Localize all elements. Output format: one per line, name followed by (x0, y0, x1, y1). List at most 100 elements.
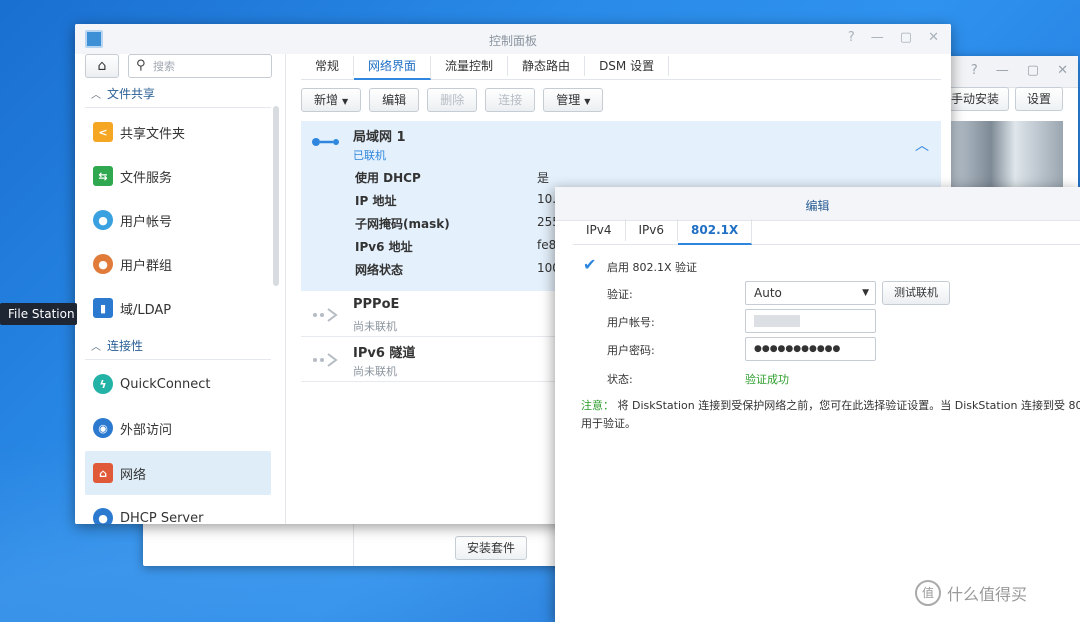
delete-button[interactable]: 删除 (427, 88, 478, 112)
enable-8021x-label: 启用 802.1X 验证 (607, 261, 698, 274)
detail-value: fe8 (537, 238, 557, 252)
install-package-button[interactable]: 安装套件 (455, 536, 527, 560)
package-center-window-controls: ? — ▢ ✕ (971, 63, 1068, 78)
detail-label: 子网掩码(mask) (355, 217, 450, 231)
manage-button[interactable]: 管理 ▼ (543, 88, 604, 112)
checkmark-icon: ✔ (583, 255, 597, 274)
sidebar-item-network[interactable]: ⌂ 网络 (85, 451, 271, 495)
caret-down-icon: ▼ (584, 97, 591, 106)
note-text-line2: 用于验证。 (581, 417, 636, 430)
control-panel-titlebar: 控制面板 ? — ▢ ✕ (75, 24, 951, 54)
window-controls: ? — ▢ ✕ (848, 30, 939, 45)
detail-label: IPv6 地址 (355, 240, 413, 254)
close-icon[interactable]: ✕ (1057, 63, 1068, 78)
shared-folder-icon: < (93, 122, 113, 142)
detail-label: 网络状态 (355, 263, 404, 277)
dialog-title: 编辑 (805, 199, 830, 213)
section-header-connectivity[interactable]: ︿ 连接性 (85, 332, 271, 360)
chevron-up-icon: ︿ (91, 90, 101, 101)
sidebar-scrollbar[interactable] (273, 106, 279, 286)
sidebar-item-external-access[interactable]: ◉ 外部访问 (85, 406, 271, 450)
edit-button[interactable]: 编辑 (369, 88, 420, 112)
close-icon[interactable]: ✕ (928, 30, 939, 45)
chevron-up-icon[interactable]: ︿ (915, 135, 929, 155)
toolbar: 新增 ▼ 编辑 删除 连接 管理 ▼ (301, 88, 604, 112)
interface-status: 尚未联机 (353, 365, 397, 378)
network-icon: ⌂ (93, 463, 113, 483)
sidebar-item-file-services[interactable]: ⇆ 文件服务 (85, 154, 271, 198)
caret-down-icon: ▼ (342, 97, 349, 106)
enable-8021x-checkbox[interactable]: ✔ (583, 255, 599, 274)
user-icon: ● (93, 210, 113, 230)
tab-ipv4[interactable]: IPv4 (573, 219, 626, 241)
detail-value: 是 (537, 171, 550, 185)
tab-general[interactable]: 常规 (301, 56, 355, 76)
maximize-icon[interactable]: ▢ (1027, 63, 1039, 78)
detail-label: IP 地址 (355, 194, 397, 208)
tab-static-route[interactable]: 静态路由 (508, 56, 586, 76)
quickconnect-icon: ϟ (93, 374, 113, 394)
sidebar-item-user[interactable]: ● 用户帐号 (85, 198, 271, 242)
detail-label: 使用 DHCP (355, 171, 421, 185)
settings-button[interactable]: 设置 (1015, 87, 1063, 111)
interface-name: 局域网 1 (353, 130, 406, 145)
home-button[interactable]: ⌂ (85, 54, 119, 78)
help-icon[interactable]: ? (848, 30, 855, 45)
tab-ipv6[interactable]: IPv6 (626, 219, 679, 241)
external-access-icon: ◉ (93, 418, 113, 438)
watermark: 值 什么值得买 (915, 580, 1027, 606)
minimize-icon[interactable]: — (996, 63, 1009, 78)
dropdown-arrow-icon: ▼ (862, 288, 869, 298)
interface-status: 尚未联机 (353, 320, 397, 333)
sidebar-item-shared-folder[interactable]: < 共享文件夹 (85, 110, 271, 154)
note-text: 注意： 将 DiskStation 连接到受保护网络之前，您可在此选择验证设置。… (581, 399, 1080, 412)
edit-tab-bar: IPv4 IPv6 802.1X (573, 219, 1080, 245)
create-button[interactable]: 新增 ▼ (301, 88, 362, 112)
tunnel-disconnected-icon (313, 353, 338, 367)
chevron-up-icon: ︿ (91, 342, 101, 353)
note-label: 注意： (581, 399, 614, 412)
help-icon[interactable]: ? (971, 63, 978, 78)
password-label: 用户密码: (607, 344, 655, 357)
sidebar-item-quickconnect[interactable]: ϟ QuickConnect (85, 362, 271, 406)
edit-dialog-titlebar: 编辑 (555, 187, 1080, 221)
interface-name: PPPoE (353, 297, 400, 312)
username-field[interactable] (745, 309, 876, 333)
section-header-file-sharing[interactable]: ︿ 文件共享 (85, 80, 271, 108)
sidebar-item-user-group[interactable]: ● 用户群组 (85, 242, 271, 286)
test-connection-button[interactable]: 测试联机 (882, 281, 950, 305)
sidebar: ⌂ ⚲ ︿文件共享 < 共享文件夹 ⇆ 文件服务 ● 用户帐号 ● 用户群组 ▮… (75, 54, 286, 524)
status-label: 状态: (607, 373, 633, 386)
edit-dialog: 编辑 IPv4 IPv6 802.1X ✔ 启用 802.1X 验证 验证: A… (555, 187, 1080, 622)
username-label: 用户帐号: (607, 316, 655, 329)
file-station-tooltip: File Station (0, 303, 77, 325)
maximize-icon[interactable]: ▢ (900, 30, 912, 45)
status-value: 验证成功 (745, 373, 789, 386)
user-group-icon: ● (93, 254, 113, 274)
connect-button[interactable]: 连接 (485, 88, 536, 112)
interface-name: IPv6 隧道 (353, 346, 416, 361)
search-field[interactable]: ⚲ (128, 54, 272, 78)
search-icon: ⚲ (136, 58, 146, 73)
package-thumbnail (943, 121, 1063, 191)
tab-8021x[interactable]: 802.1X (678, 219, 753, 245)
search-input[interactable] (153, 58, 265, 74)
manual-install-button[interactable]: 手动安装 (941, 87, 1009, 111)
tab-traffic-control[interactable]: 流量控制 (431, 56, 509, 76)
detail-value: 10. (537, 192, 557, 206)
domain-ldap-icon: ▮ (93, 298, 113, 318)
dhcp-server-icon: ● (93, 508, 113, 524)
sidebar-item-domain-ldap[interactable]: ▮ 域/LDAP (85, 286, 271, 330)
interface-status: 已联机 (353, 149, 386, 162)
sidebar-item-dhcp-server[interactable]: ● DHCP Server (85, 496, 271, 524)
password-input[interactable] (746, 338, 875, 360)
tab-network-interface[interactable]: 网络界面 (354, 56, 432, 80)
tab-bar: 常规 网络界面 流量控制 静态路由 DSM 设置 (301, 54, 941, 80)
lan-connected-icon (312, 138, 339, 146)
auth-select[interactable]: Auto ▼ (745, 281, 876, 305)
tab-dsm-settings[interactable]: DSM 设置 (585, 56, 670, 76)
file-services-icon: ⇆ (93, 166, 113, 186)
password-field[interactable] (745, 337, 876, 361)
minimize-icon[interactable]: — (871, 30, 884, 45)
pppoe-disconnected-icon (313, 308, 338, 322)
